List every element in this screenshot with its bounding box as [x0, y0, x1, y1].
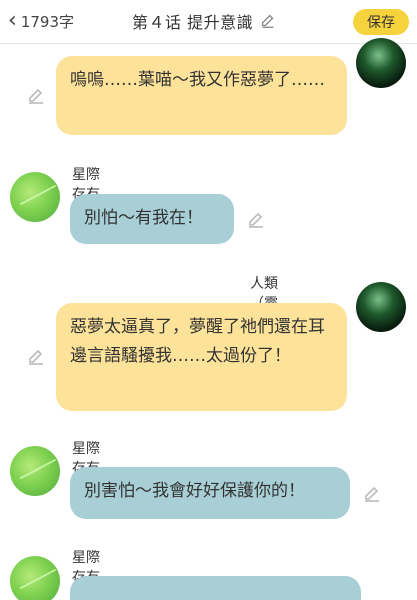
chevron-left-icon: ‹ [8, 8, 17, 33]
pencil-icon[interactable] [362, 484, 382, 504]
edit-title-icon[interactable] [259, 12, 277, 30]
word-count: 1793字 [20, 12, 74, 31]
back-button[interactable]: ‹ 1793字 [8, 7, 74, 35]
save-button[interactable]: 保存 [353, 9, 409, 35]
top-bar: ‹ 1793字 第４话 提升意識 保存 [0, 0, 417, 44]
chapter-title-group: 第４话 提升意識 [132, 9, 277, 33]
message-bubble[interactable]: 別害怕～我會好好保護你的！ [70, 467, 350, 519]
avatar [10, 556, 60, 600]
chapter-title: 第４话 提升意識 [132, 13, 254, 32]
pencil-icon[interactable] [26, 86, 46, 106]
avatar [10, 172, 60, 222]
avatar [356, 38, 406, 88]
message-bubble[interactable]: 惡夢太逼真了，夢醒了祂們還在耳邊言語騷擾我……太過份了！ [56, 303, 347, 411]
message-bubble[interactable]: 別怕～有我在！ [70, 194, 234, 244]
avatar [10, 446, 60, 496]
pencil-icon[interactable] [26, 347, 46, 367]
pencil-icon[interactable] [246, 210, 266, 230]
avatar [356, 282, 406, 332]
message-bubble[interactable]: 嗚嗚……葉喵～我又作惡夢了…… [56, 56, 347, 135]
message-bubble[interactable] [70, 576, 361, 600]
